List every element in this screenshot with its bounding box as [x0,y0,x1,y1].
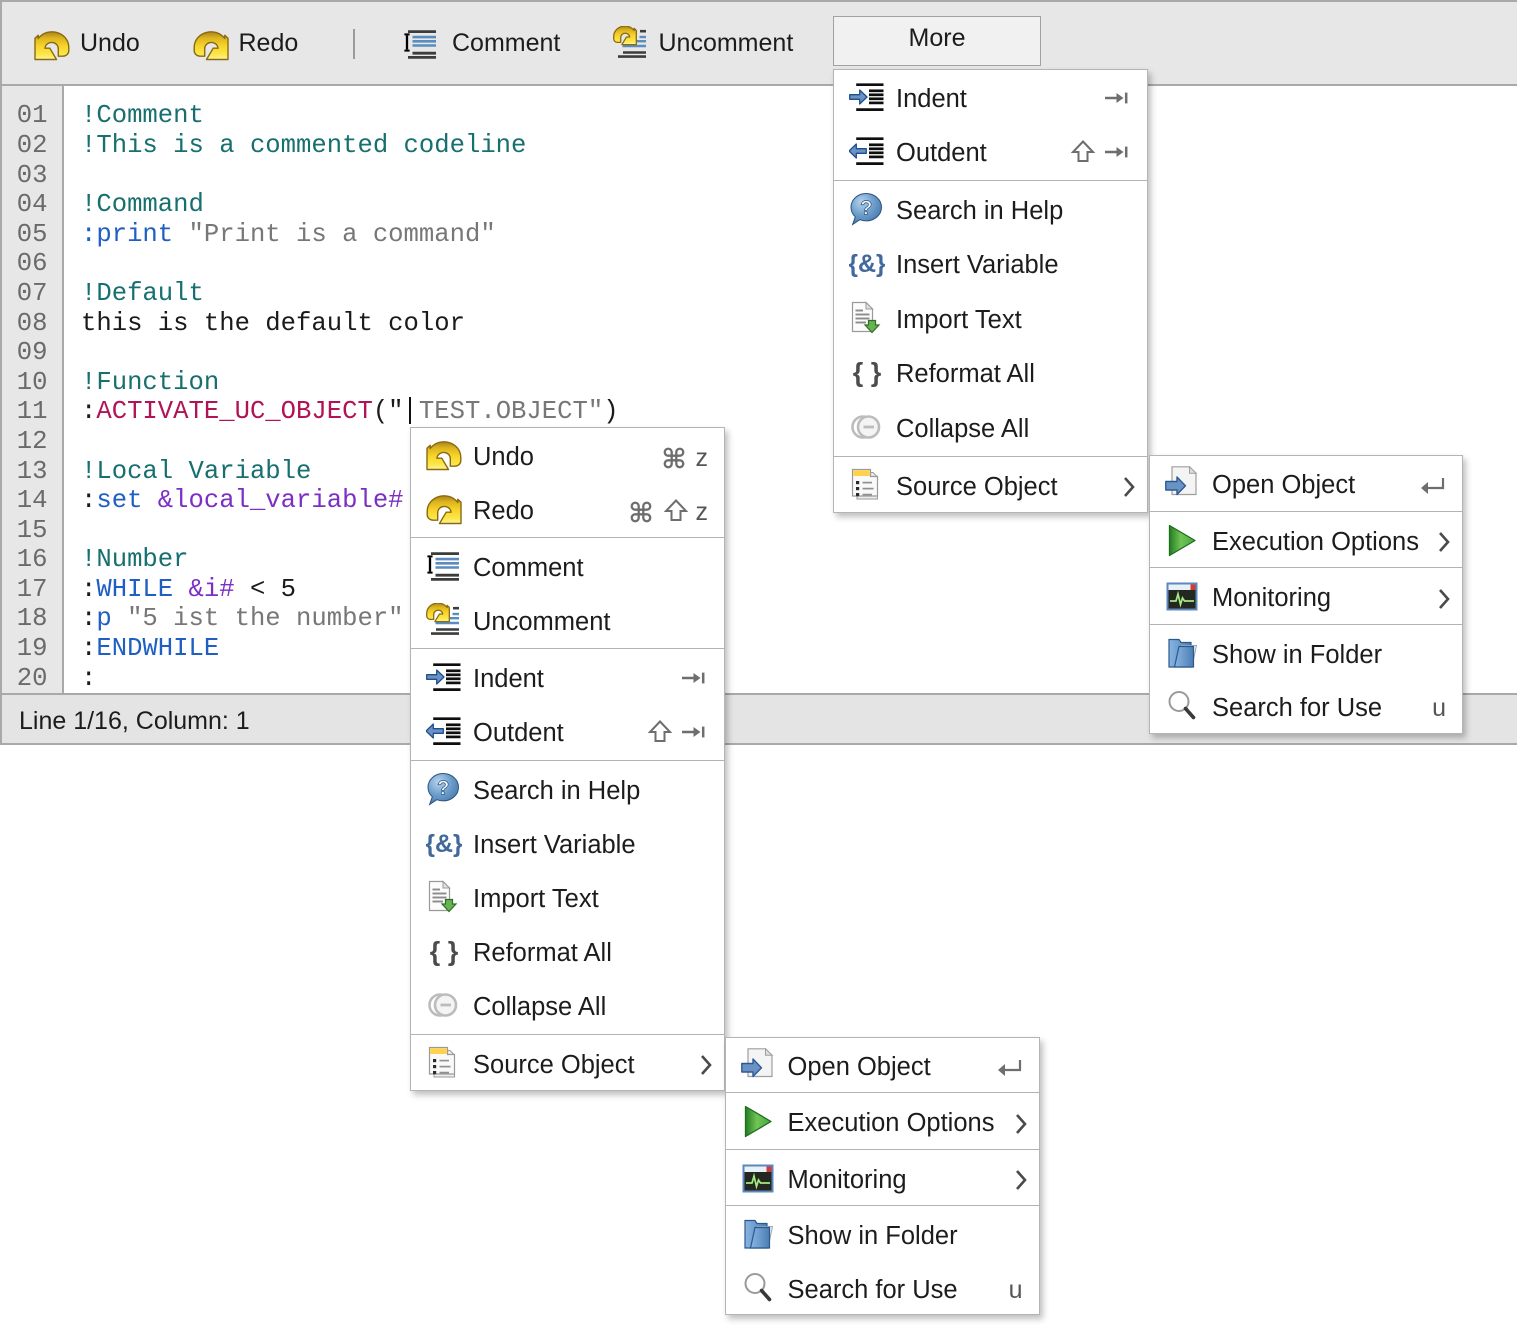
svg-text:{ }: { } [430,937,459,967]
svg-text:{ }: { } [853,358,882,388]
svg-text:?: ? [860,197,872,219]
svg-text:{&}: {&} [849,250,885,278]
svg-text:{&}: {&} [426,830,462,858]
svg-text:?: ? [437,777,449,799]
